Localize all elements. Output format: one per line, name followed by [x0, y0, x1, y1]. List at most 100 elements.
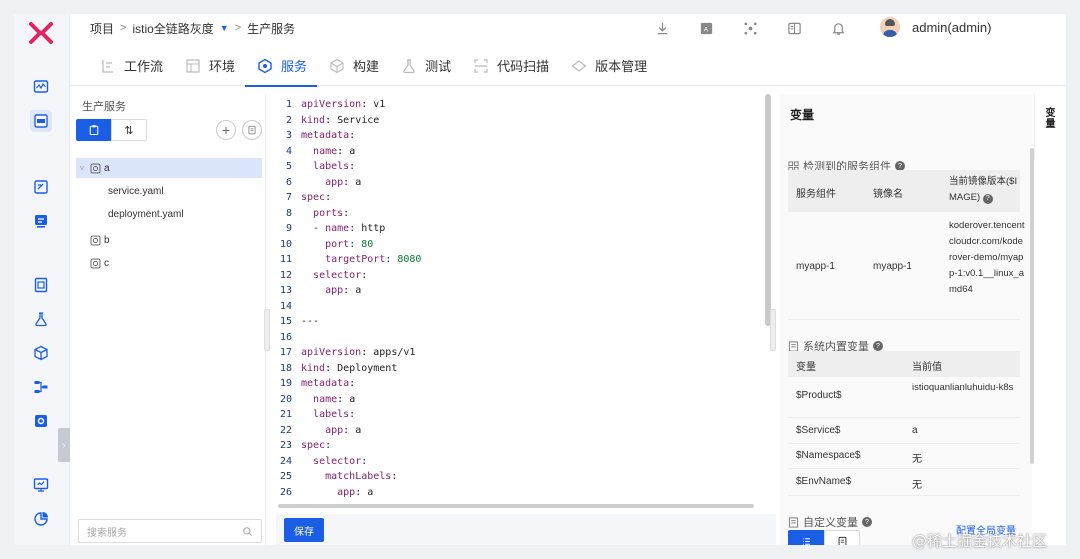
- tab-environment[interactable]: 环境: [185, 46, 235, 86]
- tab-service[interactable]: 服务: [245, 46, 318, 87]
- avatar[interactable]: [880, 17, 900, 37]
- variables-side-tab[interactable]: 变量: [1034, 94, 1066, 160]
- variable-name: $EnvName$: [796, 476, 852, 487]
- zadig-logo[interactable]: [28, 22, 54, 44]
- expand-arrow-icon[interactable]: ˅: [76, 164, 88, 173]
- collapse-handle[interactable]: ›: [58, 428, 70, 462]
- code-text: app: a: [325, 285, 362, 297]
- code-line[interactable]: 15 ---: [278, 314, 319, 330]
- line-number: 4: [285, 145, 292, 157]
- code-line[interactable]: 24 selector:: [278, 454, 367, 470]
- user-menu[interactable]: admin(admin): [880, 17, 991, 37]
- code-line[interactable]: 9 - name: http: [278, 221, 385, 237]
- project-icon[interactable]: [30, 110, 52, 132]
- code-line[interactable]: 5 labels:: [278, 159, 355, 175]
- code-line[interactable]: 3 metadata:: [278, 128, 355, 144]
- template-icon[interactable]: [30, 176, 52, 198]
- editor-horizontal-scrollbar[interactable]: [278, 504, 754, 508]
- table-header-cell: 服务组件: [796, 189, 836, 200]
- line-number: 14: [279, 300, 292, 312]
- bell-icon[interactable]: [816, 18, 860, 38]
- monitor-icon[interactable]: [30, 474, 52, 496]
- tree-node-file[interactable]: deployment.yaml: [76, 204, 262, 224]
- document-icon: [838, 536, 846, 545]
- line-number: 17: [279, 347, 292, 359]
- code-line[interactable]: 12 selector:: [278, 268, 367, 284]
- sort-button[interactable]: ⇅: [111, 119, 147, 141]
- code-line[interactable]: 18 kind: Deployment: [278, 361, 397, 377]
- translate-icon[interactable]: A: [684, 18, 728, 38]
- artifact-icon[interactable]: [30, 274, 52, 296]
- tree-node-service[interactable]: ˅ a: [76, 158, 262, 178]
- code-line[interactable]: 10 port: 80: [278, 237, 373, 253]
- release-icon[interactable]: [30, 210, 52, 232]
- download-icon[interactable]: [640, 18, 684, 38]
- code-line[interactable]: 14: [278, 299, 301, 315]
- project-tabs: 工作流 环境 服务 构建 测试 代码扫描 版本管理: [70, 46, 1066, 87]
- plugin-icon[interactable]: [728, 18, 772, 38]
- user-name[interactable]: admin(admin): [912, 20, 991, 35]
- code-line[interactable]: 25 matchLabels:: [278, 469, 397, 485]
- code-line[interactable]: 20 name: a: [278, 392, 355, 408]
- code-line[interactable]: 21 labels:: [278, 407, 355, 423]
- line-number: 8: [285, 207, 292, 219]
- pie-chart-icon[interactable]: [30, 508, 52, 530]
- search-icon[interactable]: [242, 526, 253, 537]
- file-edit-button[interactable]: [824, 530, 860, 545]
- dashboard-icon[interactable]: [30, 76, 52, 98]
- editor-vertical-scrollbar[interactable]: [765, 94, 771, 326]
- help-icon[interactable]: ?: [982, 194, 993, 204]
- service-node-icon: [90, 163, 101, 173]
- tab-build[interactable]: 构建: [329, 46, 379, 86]
- breadcrumb-project-name[interactable]: istio全链路灰度: [132, 20, 213, 37]
- code-line[interactable]: 8 ports:: [278, 206, 349, 222]
- code-line[interactable]: 23 spec:: [278, 438, 331, 454]
- help-icon[interactable]: ?: [862, 517, 872, 527]
- tree-node-file[interactable]: service.yaml: [76, 181, 262, 201]
- help-icon[interactable]: ?: [873, 341, 883, 351]
- variable-name: $Service$: [796, 425, 841, 436]
- tree-node-service[interactable]: c: [76, 253, 262, 273]
- tree-node-service[interactable]: b: [76, 230, 262, 250]
- list-view-button[interactable]: [788, 530, 824, 545]
- workflow-icon: [102, 59, 113, 73]
- code-line[interactable]: 13 app: a: [278, 283, 361, 299]
- import-icon[interactable]: [242, 120, 262, 140]
- code-line[interactable]: 7 spec:: [278, 190, 331, 206]
- code-line[interactable]: 1 apiVersion: v1: [278, 97, 385, 113]
- tab-code-scan[interactable]: 代码扫描: [473, 46, 549, 86]
- code-line[interactable]: 4 name: a: [278, 144, 355, 160]
- search-service-input[interactable]: 搜索服务: [78, 519, 262, 543]
- code-text: kind: Deployment: [301, 362, 398, 374]
- add-service-button[interactable]: +: [216, 120, 236, 140]
- variable-value: 无: [912, 480, 922, 491]
- pipeline-icon[interactable]: [30, 376, 52, 398]
- tab-label: 代码扫描: [497, 59, 550, 74]
- docs-icon[interactable]: [772, 18, 816, 38]
- tab-test[interactable]: 测试: [401, 46, 451, 86]
- code-line[interactable]: 22 app: a: [278, 423, 361, 439]
- code-line[interactable]: 6 app: a: [278, 175, 361, 191]
- tab-version[interactable]: 版本管理: [571, 46, 647, 86]
- right-resize-handle[interactable]: [770, 309, 776, 351]
- left-resize-handle[interactable]: [264, 309, 270, 351]
- tab-label: 工作流: [124, 59, 164, 74]
- save-button[interactable]: 保存: [284, 518, 324, 542]
- tab-workflow[interactable]: 工作流: [100, 46, 163, 86]
- code-text: app: a: [325, 424, 362, 436]
- test-center-icon[interactable]: [30, 308, 52, 330]
- code-line[interactable]: 26 app: a: [278, 485, 373, 501]
- cube-icon[interactable]: [30, 342, 52, 364]
- code-line[interactable]: 19 metadata:: [278, 376, 355, 392]
- tree-node-label: service.yaml: [108, 185, 164, 197]
- caret-down-icon[interactable]: ▼: [220, 23, 229, 33]
- panel-scrollbar[interactable]: [1030, 148, 1034, 464]
- breadcrumb-project[interactable]: 项目: [90, 20, 114, 37]
- code-line[interactable]: 17 apiVersion: apps/v1: [278, 345, 415, 361]
- code-line[interactable]: 11 targetPort: 8080: [278, 252, 422, 268]
- code-line[interactable]: 2 kind: Service: [278, 113, 379, 129]
- file-view-button[interactable]: [76, 119, 111, 141]
- yaml-editor[interactable]: 1 apiVersion: v1 2 kind: Service 3 metadata: 4…: [278, 94, 775, 507]
- settings-icon[interactable]: [30, 410, 52, 432]
- code-line[interactable]: 16: [278, 330, 301, 346]
